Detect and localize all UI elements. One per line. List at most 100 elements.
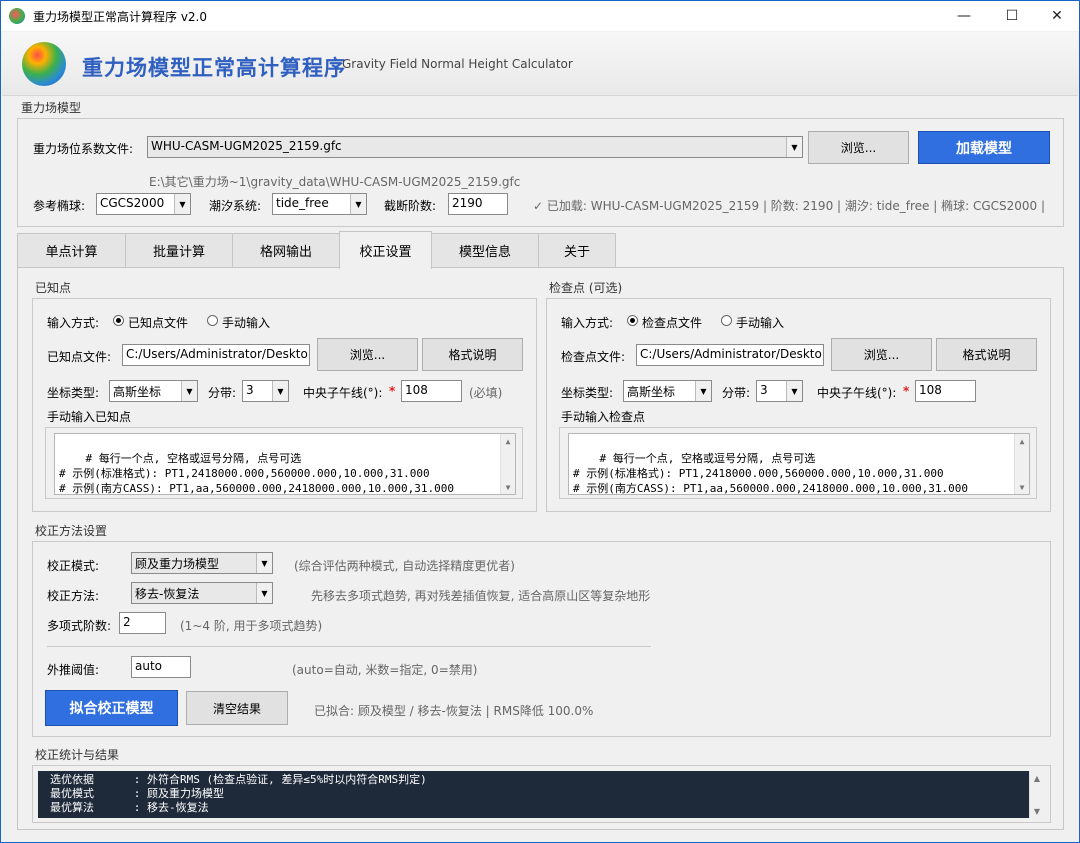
scroll-up-icon[interactable]: ▲	[1015, 434, 1029, 448]
extrap-label: 外推阈值:	[47, 663, 100, 677]
scroll-down-icon[interactable]: ▼	[501, 480, 515, 494]
known-meridian-label: 中央子午线(°):	[303, 386, 383, 400]
chevron-down-icon: ▼	[786, 137, 802, 157]
check-file-radio[interactable]	[627, 315, 638, 326]
tide-select[interactable]: tide_free ▼	[272, 193, 367, 215]
known-zone-label: 分带:	[208, 386, 237, 400]
known-group-title: 已知点	[35, 281, 72, 295]
known-manual-textarea[interactable]: # 每行一个点, 空格或逗号分隔, 点号可选 # 示例(标准格式): PT1,2…	[54, 433, 516, 495]
ellipsoid-value: CGCS2000	[100, 196, 165, 210]
chevron-down-icon: ▼	[256, 583, 272, 603]
known-zone-select[interactable]: 3 ▼	[242, 380, 289, 402]
mode-select[interactable]: 顾及重力场模型 ▼	[131, 552, 273, 574]
coef-file-path: E:\其它\重力场~1\gravity_data\WHU-CASM-UGM202…	[149, 175, 521, 189]
method-group-title: 校正方法设置	[35, 524, 108, 538]
tab-model-info[interactable]: 模型信息	[431, 233, 539, 267]
known-input-mode-label: 输入方式:	[47, 316, 100, 330]
tab-about[interactable]: 关于	[538, 233, 616, 267]
chevron-down-icon: ▼	[174, 194, 190, 214]
check-scrollbar[interactable]: ▲ ▼	[1014, 434, 1029, 494]
poly-degree-hint: (1~4 阶, 用于多项式趋势)	[180, 619, 323, 633]
minimize-button[interactable]: —	[941, 1, 987, 31]
fit-model-button[interactable]: 拟合校正模型	[45, 690, 178, 726]
degree-input[interactable]: 2190	[448, 193, 508, 215]
mode-hint: (综合评估两种模式, 自动选择精度更优者)	[294, 559, 515, 573]
known-file-label: 已知点文件:	[47, 350, 112, 364]
app-icon	[9, 8, 25, 24]
poly-degree-label: 多项式阶数:	[47, 619, 112, 633]
tab-single-point[interactable]: 单点计算	[17, 233, 126, 267]
check-manual-radio-label: 手动输入	[736, 316, 785, 330]
check-coord-label: 坐标类型:	[561, 386, 614, 400]
algo-select[interactable]: 移去-恢复法 ▼	[131, 582, 273, 604]
title-bar: 重力场模型正常高计算程序 v2.0 — ☐ ✕	[1, 1, 1079, 31]
check-zone-select[interactable]: 3 ▼	[756, 380, 803, 402]
known-coord-label: 坐标类型:	[47, 386, 100, 400]
scroll-down-icon[interactable]: ▼	[1030, 804, 1044, 818]
check-zone-value: 3	[760, 383, 768, 397]
fit-status: 已拟合: 顾及模型 / 移去-恢复法 | RMS降低 100.0%	[314, 704, 594, 718]
load-model-button[interactable]: 加载模型	[918, 131, 1050, 164]
coef-file-select[interactable]: WHU-CASM-UGM2025_2159.gfc ▼	[147, 136, 803, 158]
check-required-mark: *	[903, 384, 910, 398]
check-coord-select[interactable]: 高斯坐标 ▼	[623, 380, 712, 402]
model-group-title: 重力场模型	[21, 101, 82, 115]
results-scrollbar[interactable]: ▲ ▼	[1029, 771, 1044, 818]
check-meridian-input[interactable]: 108	[915, 380, 976, 402]
chevron-down-icon: ▼	[695, 381, 711, 401]
tab-batch[interactable]: 批量计算	[125, 233, 233, 267]
coef-browse-button[interactable]: 浏览...	[808, 131, 909, 164]
ellipsoid-label: 参考椭球:	[33, 199, 86, 213]
extrap-input[interactable]: auto	[131, 656, 191, 678]
app-subtitle: Gravity Field Normal Height Calculator	[342, 57, 573, 71]
maximize-button[interactable]: ☐	[989, 1, 1035, 31]
known-manual-title: 手动输入已知点	[47, 410, 132, 424]
scroll-down-icon[interactable]: ▼	[1015, 480, 1029, 494]
coef-file-label: 重力场位系数文件:	[33, 142, 134, 156]
chevron-down-icon: ▼	[786, 381, 802, 401]
scroll-up-icon[interactable]: ▲	[501, 434, 515, 448]
check-file-label: 检查点文件:	[561, 350, 626, 364]
known-meridian-input[interactable]: 108	[401, 380, 462, 402]
model-status: ✓ 已加载: WHU-CASM-UGM2025_2159 | 阶数: 2190 …	[533, 199, 1048, 213]
known-scrollbar[interactable]: ▲ ▼	[500, 434, 515, 494]
known-format-button[interactable]: 格式说明	[422, 338, 523, 371]
known-manual-text: # 每行一个点, 空格或逗号分隔, 点号可选 # 示例(标准格式): PT1,2…	[59, 452, 454, 495]
check-manual-textarea[interactable]: # 每行一个点, 空格或逗号分隔, 点号可选 # 示例(标准格式): PT1,2…	[568, 433, 1030, 495]
results-console[interactable]: 选优依据 : 外符合RMS (检查点验证, 差异≤5%时以内符合RMS判定) 最…	[38, 771, 1029, 818]
check-coord-value: 高斯坐标	[627, 385, 676, 399]
window-title: 重力场模型正常高计算程序 v2.0	[33, 9, 208, 24]
known-required-hint: (必填)	[469, 386, 503, 400]
tab-correction-settings[interactable]: 校正设置	[339, 231, 432, 269]
known-manual-radio[interactable]	[207, 315, 218, 326]
clear-results-button[interactable]: 清空结果	[186, 691, 288, 725]
app-title: 重力场模型正常高计算程序	[82, 56, 346, 80]
method-divider	[47, 646, 651, 647]
check-manual-radio[interactable]	[721, 315, 732, 326]
poly-degree-input[interactable]: 2	[119, 612, 166, 634]
coef-file-value: WHU-CASM-UGM2025_2159.gfc	[151, 139, 342, 153]
scroll-up-icon[interactable]: ▲	[1030, 771, 1044, 785]
known-file-radio[interactable]	[113, 315, 124, 326]
known-file-radio-label: 已知点文件	[128, 316, 189, 330]
chevron-down-icon: ▼	[350, 194, 366, 214]
known-coord-select[interactable]: 高斯坐标 ▼	[109, 380, 198, 402]
ellipsoid-select[interactable]: CGCS2000 ▼	[96, 193, 191, 215]
chevron-down-icon: ▼	[181, 381, 197, 401]
tab-grid-output[interactable]: 格网输出	[232, 233, 340, 267]
algo-hint: 先移去多项式趋势, 再对残差插值恢复, 适合高原山区等复杂地形	[311, 589, 651, 603]
check-format-button[interactable]: 格式说明	[936, 338, 1037, 371]
close-button[interactable]: ✕	[1034, 1, 1080, 31]
check-file-radio-label: 检查点文件	[642, 316, 703, 330]
known-manual-radio-label: 手动输入	[222, 316, 271, 330]
known-browse-button[interactable]: 浏览...	[317, 338, 418, 371]
degree-label: 截断阶数:	[384, 199, 437, 213]
tide-label: 潮汐系统:	[209, 199, 262, 213]
check-file-input[interactable]: C:/Users/Administrator/Desktop	[636, 344, 824, 366]
tide-value: tide_free	[276, 196, 329, 210]
check-browse-button[interactable]: 浏览...	[831, 338, 932, 371]
algo-label: 校正方法:	[47, 589, 100, 603]
known-zone-value: 3	[246, 383, 254, 397]
check-input-mode-label: 输入方式:	[561, 316, 614, 330]
known-file-input[interactable]: C:/Users/Administrator/Desktop	[122, 344, 310, 366]
